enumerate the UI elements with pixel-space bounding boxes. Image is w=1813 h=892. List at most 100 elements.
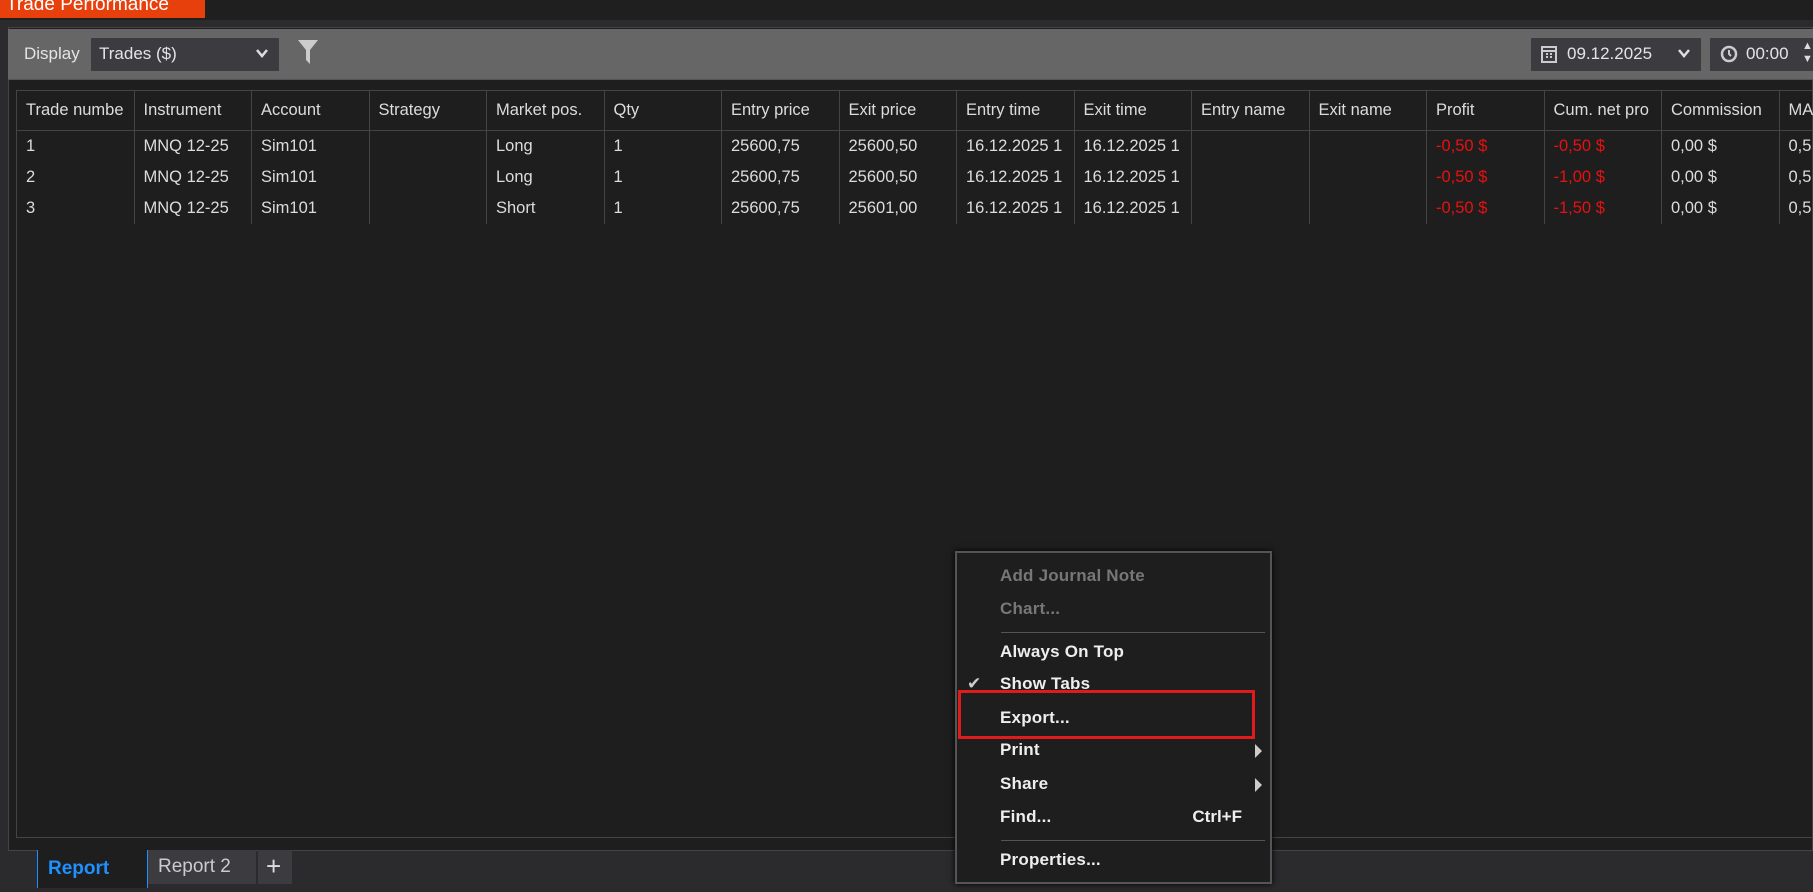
tab-report-2[interactable]: Report 2: [148, 850, 256, 884]
column-header[interactable]: Qty: [605, 91, 722, 130]
trades-table: Trade numbe Instrument Account Strategy Mark…: [16, 90, 1813, 838]
time-value: 00:00: [1746, 44, 1789, 63]
table-cell: 0,5: [1780, 131, 1813, 162]
table-cell: 1: [605, 162, 722, 193]
column-header[interactable]: Entry price: [722, 91, 840, 130]
table-cell: 0,00 $: [1662, 131, 1780, 162]
table-row[interactable]: 2 MNQ 12-25 Sim101 Long 1 25600,75 25600,50 16.…: [17, 162, 1813, 193]
menu-item-find[interactable]: Find...: [1000, 807, 1051, 827]
table-cell: 1: [605, 193, 722, 224]
table-cell: [370, 131, 487, 162]
table-cell: 3: [17, 193, 135, 224]
table-cell: 25601,00: [840, 193, 957, 224]
filter-icon[interactable]: [297, 39, 319, 65]
column-header[interactable]: Exit time: [1075, 91, 1192, 130]
table-cell: -0,50 $: [1545, 131, 1662, 162]
table-cell: [1310, 162, 1427, 193]
column-header[interactable]: Entry time: [957, 91, 1075, 130]
column-header[interactable]: Exit name: [1310, 91, 1427, 130]
table-cell: Long: [487, 162, 605, 193]
menu-item-share[interactable]: Share: [1000, 774, 1048, 794]
column-header[interactable]: Instrument: [135, 91, 252, 130]
table-cell: [1310, 131, 1427, 162]
add-tab-button[interactable]: +: [258, 850, 292, 884]
table-cell: 25600,75: [722, 131, 840, 162]
table-cell: 16.12.2025 1: [1075, 193, 1192, 224]
column-header[interactable]: Profit: [1427, 91, 1545, 130]
table-cell: 1: [605, 131, 722, 162]
table-cell: 25600,50: [840, 131, 957, 162]
menu-item-print[interactable]: Print: [1000, 740, 1040, 760]
table-cell: Sim101: [252, 193, 370, 224]
table-cell: -1,50 $: [1545, 193, 1662, 224]
column-header[interactable]: Cum. net pro: [1545, 91, 1662, 130]
menu-separator: [1001, 632, 1265, 633]
window-title-tab[interactable]: Trade Performance: [0, 0, 205, 18]
highlight-box: [958, 690, 1255, 739]
display-dropdown[interactable]: Trades ($): [91, 38, 279, 71]
table-cell: [1192, 193, 1310, 224]
display-value: Trades ($): [99, 44, 177, 63]
table-cell: Long: [487, 131, 605, 162]
table-header: Trade numbe Instrument Account Strategy Mark…: [17, 91, 1813, 131]
find-shortcut: Ctrl+F: [1192, 807, 1242, 826]
menu-item-properties[interactable]: Properties...: [1000, 850, 1101, 870]
time-spinner[interactable]: ▲ ▼: [1802, 40, 1813, 66]
menu-item-always-on-top[interactable]: Always On Top: [1000, 642, 1124, 662]
table-cell: [1192, 131, 1310, 162]
top-bar: [0, 0, 1813, 20]
table-cell: MNQ 12-25: [135, 193, 252, 224]
table-row[interactable]: 1 MNQ 12-25 Sim101 Long 1 25600,75 25600,50 16.…: [17, 131, 1813, 162]
table-cell: [1310, 193, 1427, 224]
table-cell: Short: [487, 193, 605, 224]
table-cell: -0,50 $: [1427, 193, 1545, 224]
table-cell: 16.12.2025 1: [957, 193, 1075, 224]
table-cell: 0,00 $: [1662, 193, 1780, 224]
column-header[interactable]: Commission: [1662, 91, 1780, 130]
date-value: 09.12.2025: [1567, 44, 1653, 63]
table-cell: -1,00 $: [1545, 162, 1662, 193]
table-cell: Sim101: [252, 131, 370, 162]
table-cell: Sim101: [252, 162, 370, 193]
table-cell: 16.12.2025 1: [1075, 131, 1192, 162]
column-header[interactable]: Trade numbe: [17, 91, 135, 130]
chevron-down-icon: [256, 49, 268, 58]
chevron-down-icon: [1678, 49, 1690, 58]
table-cell: 0,5: [1780, 193, 1813, 224]
table-cell: [1192, 162, 1310, 193]
toolbar: Display Trades ($) 09.12.2025 00:00 ▲ ▼: [8, 29, 1813, 80]
date-picker[interactable]: 09.12.2025: [1531, 38, 1701, 71]
table-cell: 25600,75: [722, 162, 840, 193]
table-cell: 25600,50: [840, 162, 957, 193]
calendar-icon: [1541, 46, 1557, 63]
column-header[interactable]: Market pos.: [487, 91, 605, 130]
table-cell: MNQ 12-25: [135, 131, 252, 162]
submenu-arrow-icon: [1255, 778, 1262, 792]
table-cell: [370, 162, 487, 193]
menu-separator: [1001, 840, 1265, 841]
tab-report[interactable]: Report: [37, 850, 148, 888]
table-cell: [370, 193, 487, 224]
table-cell: MNQ 12-25: [135, 162, 252, 193]
table-cell: 16.12.2025 1: [957, 162, 1075, 193]
column-header[interactable]: MA: [1780, 91, 1813, 130]
table-cell: 16.12.2025 1: [957, 131, 1075, 162]
table-cell: 0,00 $: [1662, 162, 1780, 193]
table-cell: 2: [17, 162, 135, 193]
column-header[interactable]: Strategy: [370, 91, 487, 130]
column-header[interactable]: Entry name: [1192, 91, 1310, 130]
table-cell: 1: [17, 131, 135, 162]
table-row[interactable]: 3 MNQ 12-25 Sim101 Short 1 25600,75 25601,00 16…: [17, 193, 1813, 224]
column-header[interactable]: Exit price: [840, 91, 957, 130]
menu-item-chart[interactable]: Chart...: [1000, 599, 1060, 619]
table-cell: 0,5: [1780, 162, 1813, 193]
table-cell: -0,50 $: [1427, 131, 1545, 162]
table-cell: -0,50 $: [1427, 162, 1545, 193]
table-cell: 25600,75: [722, 193, 840, 224]
column-header[interactable]: Account: [252, 91, 370, 130]
table-cell: 16.12.2025 1: [1075, 162, 1192, 193]
menu-item-add-journal-note[interactable]: Add Journal Note: [1000, 566, 1145, 586]
clock-icon: [1720, 45, 1738, 63]
display-label: Display: [24, 44, 80, 63]
time-picker[interactable]: 00:00 ▲ ▼: [1710, 38, 1813, 71]
